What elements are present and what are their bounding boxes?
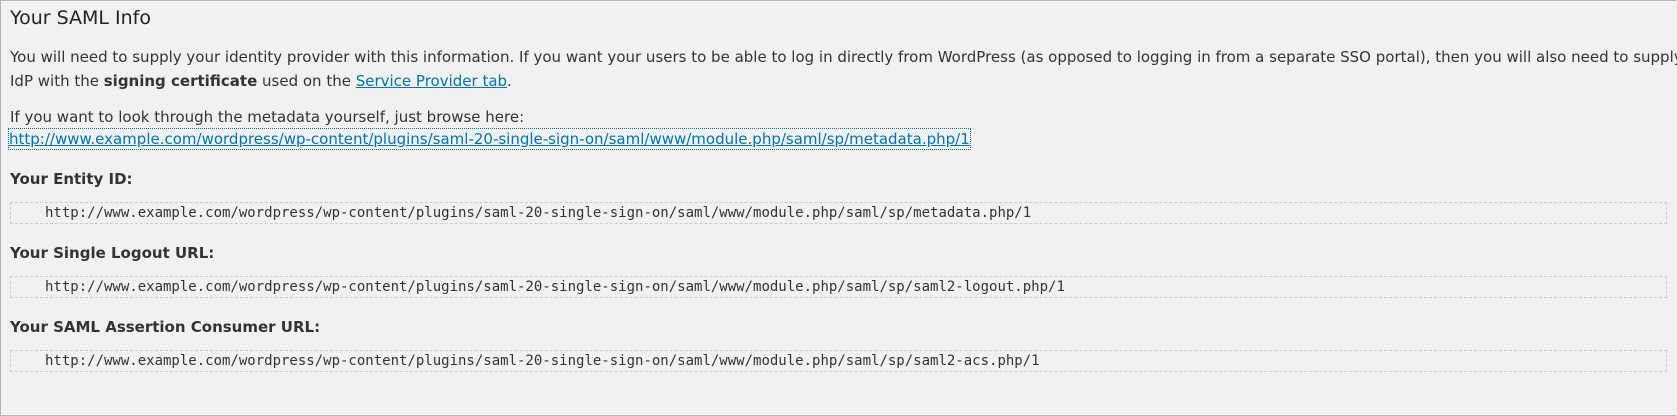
intro-text-2c: . <box>507 72 512 90</box>
acs-url-label: Your SAML Assertion Consumer URL: <box>10 318 321 336</box>
entity-id-label: Your Entity ID: <box>10 170 133 188</box>
metadata-url-link[interactable]: http://www.example.com/wordpress/wp-cont… <box>8 128 971 150</box>
intro-text-2a: IdP with the <box>10 72 104 90</box>
section-title: Your SAML Info <box>10 7 151 29</box>
service-provider-tab-link[interactable]: Service Provider tab <box>356 72 507 90</box>
signing-certificate-text: signing certificate <box>103 72 258 90</box>
entity-id-value[interactable]: http://www.example.com/wordpress/wp-cont… <box>10 202 1667 224</box>
intro-text: You will need to supply your identity pr… <box>10 48 1677 66</box>
single-logout-url-value[interactable]: http://www.example.com/wordpress/wp-cont… <box>10 276 1667 298</box>
intro-paragraph: You will need to supply your identity pr… <box>10 45 1677 93</box>
saml-info-section: Your SAML Info You will need to supply y… <box>8 6 1677 372</box>
acs-url-value[interactable]: http://www.example.com/wordpress/wp-cont… <box>10 350 1667 372</box>
browse-paragraph: If you want to look through the metadata… <box>8 106 1677 150</box>
browse-text: If you want to look through the metadata… <box>10 108 525 126</box>
single-logout-url-label: Your Single Logout URL: <box>10 244 215 262</box>
intro-text-2b: used on the <box>257 72 356 90</box>
